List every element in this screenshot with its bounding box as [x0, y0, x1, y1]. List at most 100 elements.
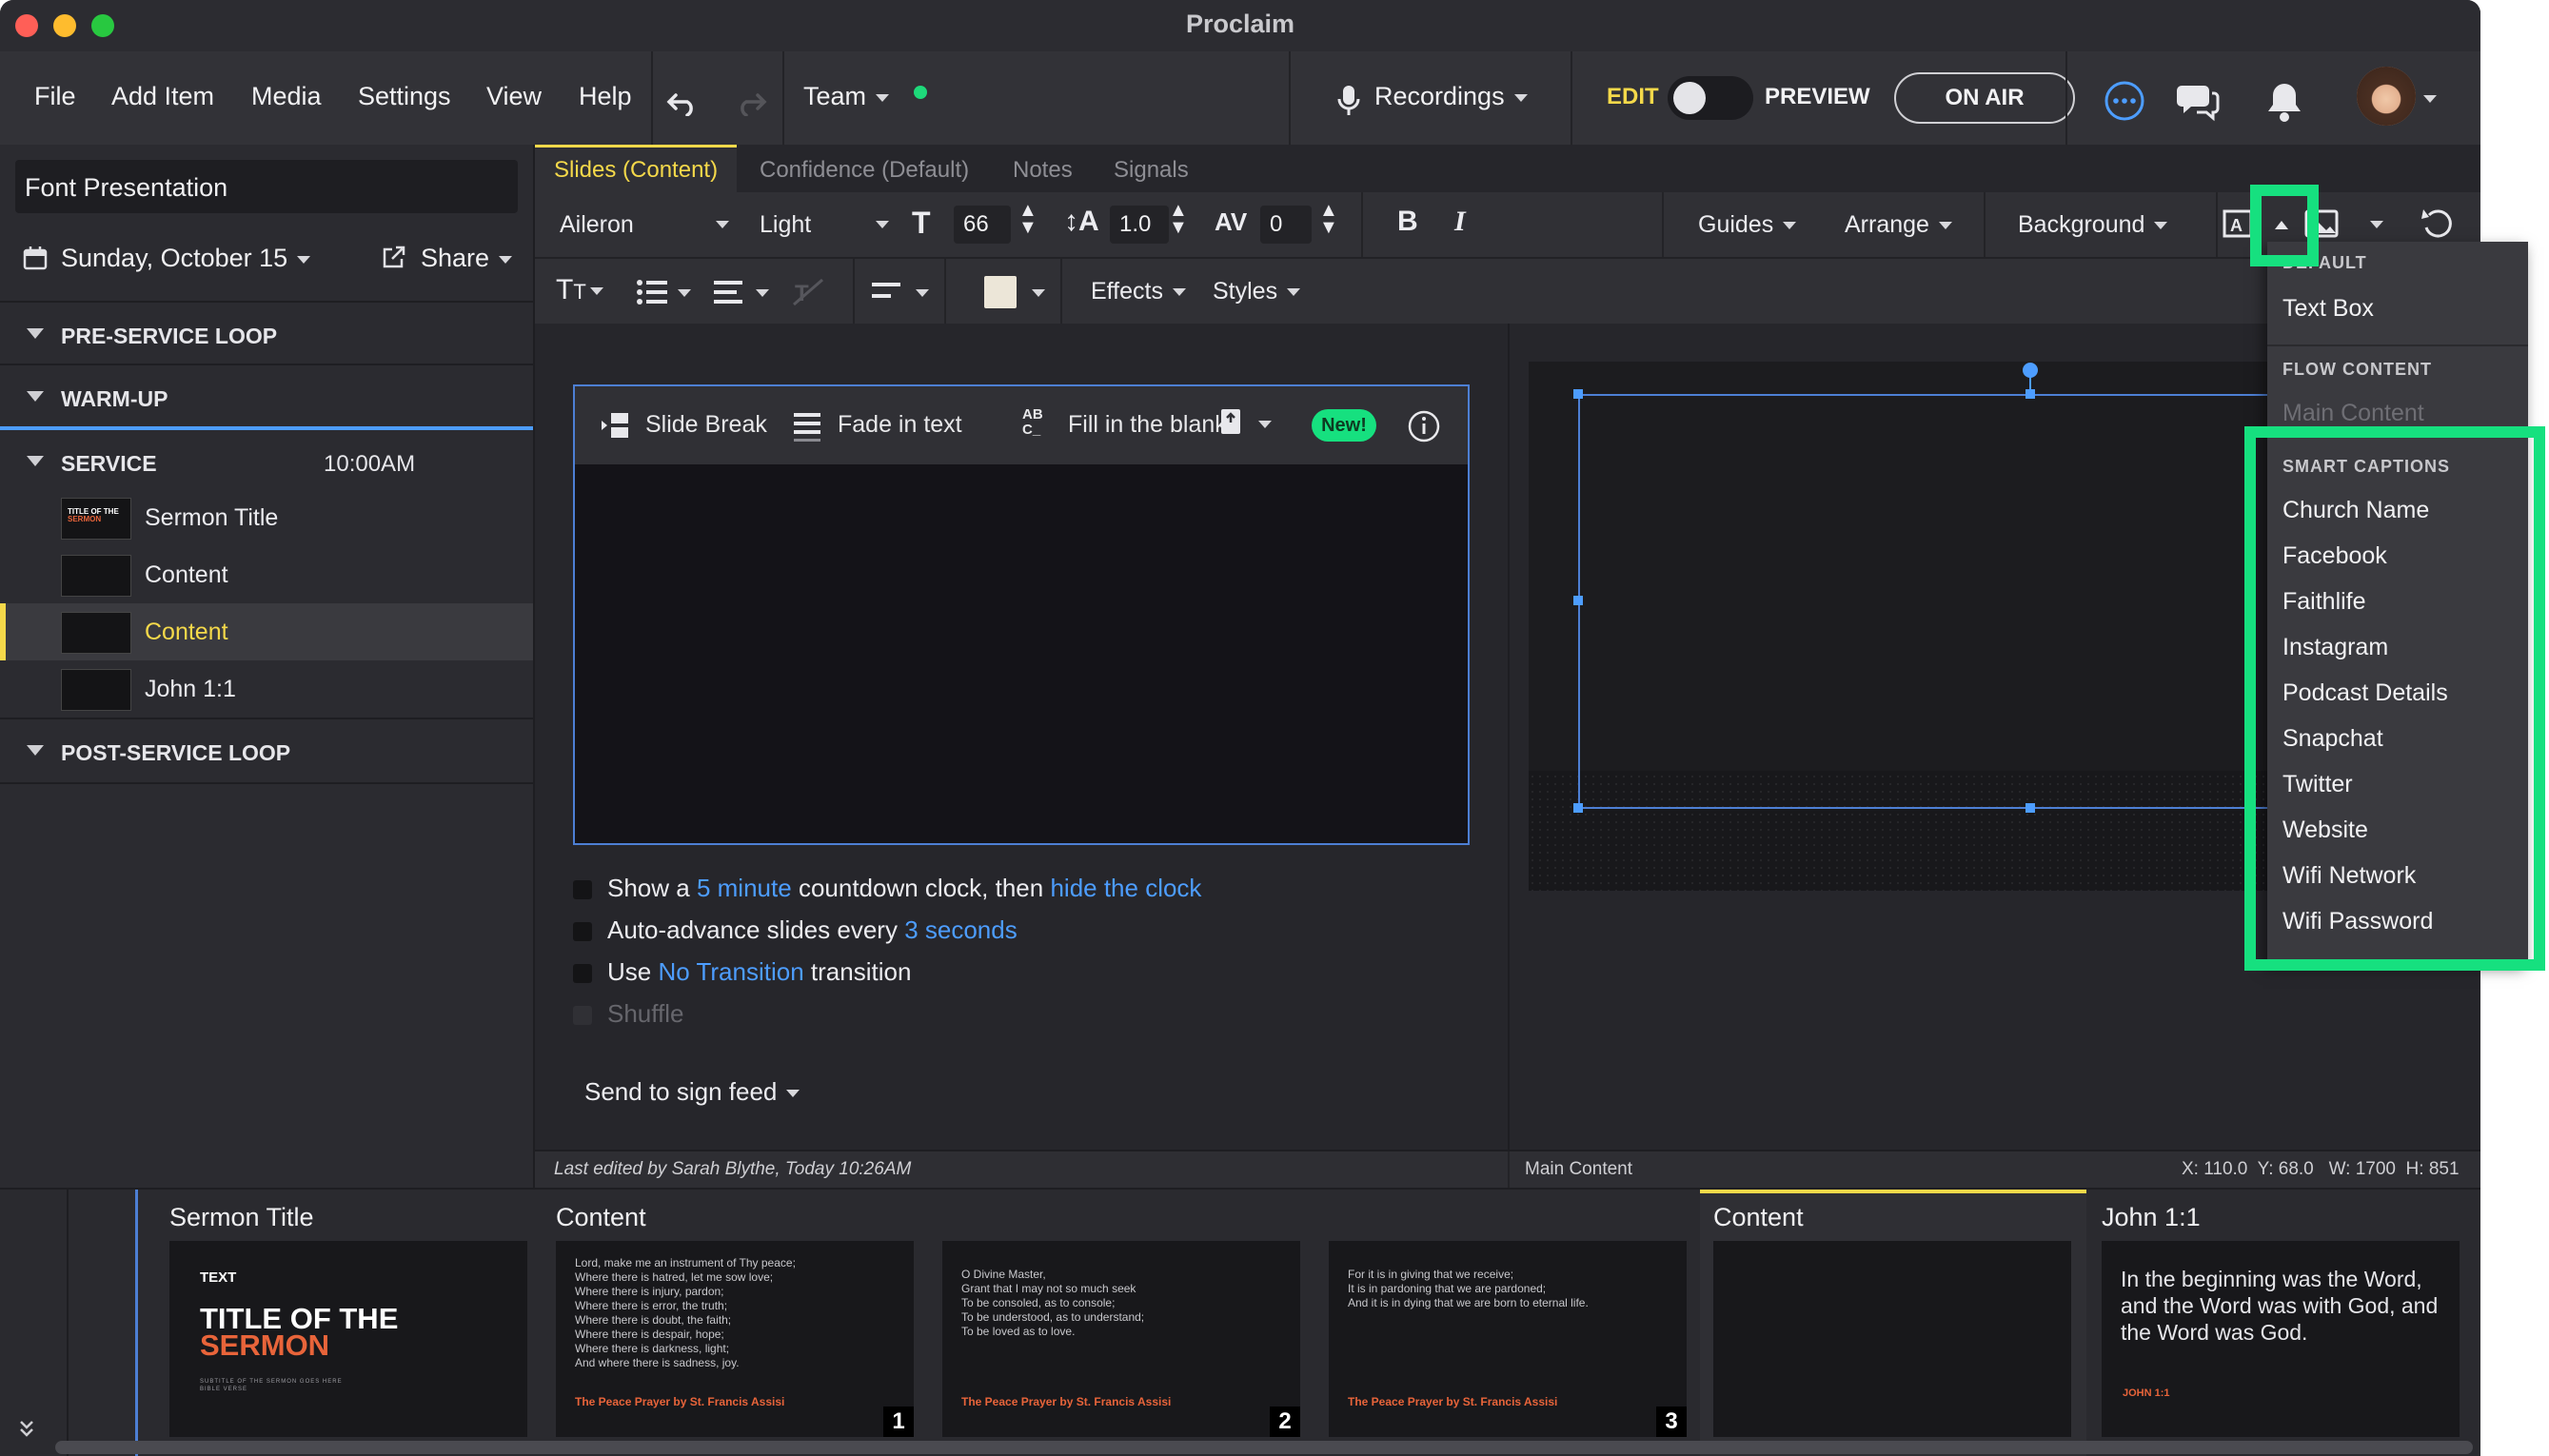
font-size-input[interactable]: 66 — [954, 206, 1011, 244]
italic-button[interactable]: I — [1454, 206, 1466, 238]
tab-notes[interactable]: Notes — [1013, 157, 1073, 184]
section-pre-service-loop[interactable]: PRE-SERVICE LOOP — [0, 301, 533, 365]
fill-in-blank-button[interactable]: Fill in the blank — [1068, 411, 1227, 439]
account-menu-caret-icon[interactable] — [2423, 95, 2437, 103]
option-transition[interactable]: Use No Transition transition — [573, 957, 911, 987]
menu-media[interactable]: Media — [251, 82, 322, 111]
slide-thumbnail[interactable]: In the beginning was the Word, and the W… — [2102, 1241, 2460, 1437]
auto-advance-checkbox[interactable] — [573, 922, 592, 942]
edit-preview-toggle[interactable] — [1668, 76, 1753, 120]
presentation-title-field[interactable]: Font Presentation — [15, 160, 518, 213]
bullet-list-caret-icon[interactable] — [678, 289, 691, 297]
menu-add-item[interactable]: Add Item — [111, 82, 214, 111]
slide-thumbnail[interactable]: Lord, make me an instrument of Thy peace… — [556, 1241, 914, 1437]
guides-dropdown[interactable]: Guides — [1698, 211, 1797, 239]
text-editor-box[interactable]: Slide Break Fade in text AB C_ Fill in th… — [573, 384, 1470, 845]
menu-item-text-box[interactable]: Text Box — [2282, 295, 2374, 323]
user-avatar[interactable] — [2357, 67, 2416, 126]
strip-card-content-2[interactable]: O Divine Master, Grant that I may not so… — [942, 1190, 1300, 1456]
dropdown-toggle-caret-up-icon[interactable] — [2275, 221, 2288, 229]
strip-card-content-1[interactable]: Content Lord, make me an instrument of T… — [556, 1190, 914, 1456]
align-left-icon[interactable] — [870, 280, 902, 303]
slide-thumbnail[interactable] — [1713, 1241, 2071, 1437]
share-icon — [383, 246, 405, 268]
auto-advance-interval-link[interactable]: 3 seconds — [904, 915, 1018, 944]
more-options-icon[interactable] — [2104, 80, 2145, 122]
resize-handle[interactable] — [1573, 389, 1583, 399]
font-weight-caret-icon — [876, 221, 889, 228]
slide-thumbnail[interactable]: For it is in giving that we receive; It … — [1329, 1241, 1687, 1437]
slide-break-button[interactable]: Slide Break — [645, 411, 767, 439]
tab-signals[interactable]: Signals — [1114, 157, 1189, 184]
indent-caret-icon[interactable] — [756, 289, 769, 297]
font-size-stepper[interactable]: ▲ ▼ — [1018, 201, 1037, 237]
tab-confidence[interactable]: Confidence (Default) — [760, 157, 969, 184]
strip-card-content-selected[interactable]: Content — [1700, 1190, 2086, 1456]
app-window: Proclaim File Add Item Media Settings Vi… — [0, 0, 2480, 1456]
strip-horizontal-scrollbar[interactable] — [55, 1441, 2473, 1454]
arrange-dropdown[interactable]: Arrange — [1845, 211, 1952, 239]
transition-type-link[interactable]: No Transition — [658, 957, 803, 986]
insert-signal-icon[interactable] — [1218, 407, 1243, 440]
transition-checkbox[interactable] — [573, 964, 592, 984]
effects-dropdown[interactable]: Effects — [1091, 278, 1186, 305]
countdown-checkbox[interactable] — [573, 880, 592, 900]
undo-icon[interactable] — [666, 88, 701, 116]
menu-file[interactable]: File — [34, 82, 76, 111]
section-warm-up[interactable]: WARM-UP — [0, 364, 533, 428]
menu-settings[interactable]: Settings — [358, 82, 451, 111]
rotate-handle[interactable] — [2023, 363, 2038, 378]
indent-icon[interactable] — [712, 278, 744, 306]
alignment-caret-icon[interactable] — [916, 289, 929, 297]
option-countdown-clock[interactable]: Show a 5 minute countdown clock, then hi… — [573, 874, 1201, 903]
service-date-picker[interactable]: Sunday, October 15 — [61, 244, 311, 273]
text-color-swatch[interactable] — [984, 276, 1017, 308]
bold-button[interactable]: B — [1397, 206, 1418, 238]
option-auto-advance[interactable]: Auto-advance slides every 3 seconds — [573, 915, 1018, 945]
background-dropdown[interactable]: Background — [2018, 211, 2168, 239]
resize-handle[interactable] — [1573, 803, 1583, 813]
slide-thumbnail[interactable]: O Divine Master, Grant that I may not so… — [942, 1241, 1300, 1437]
hide-clock-link[interactable]: hide the clock — [1050, 874, 1201, 902]
letter-spacing-input[interactable]: 0 — [1260, 206, 1312, 244]
text-case-dropdown[interactable]: TT — [556, 274, 603, 306]
menu-view[interactable]: View — [486, 82, 542, 111]
sidebar-item-sermon-title[interactable]: TITLE OF THE SERMON Sermon Title — [0, 489, 533, 546]
bullet-list-icon[interactable] — [636, 278, 668, 306]
team-dropdown[interactable]: Team — [803, 82, 890, 111]
countdown-duration-link[interactable]: 5 minute — [697, 874, 792, 902]
font-family-select[interactable]: Aileron — [560, 211, 634, 239]
send-to-sign-feed-dropdown[interactable]: Send to sign feed — [584, 1077, 800, 1107]
recordings-dropdown[interactable]: Recordings — [1374, 82, 1528, 111]
redo-icon[interactable] — [733, 88, 767, 116]
menu-help[interactable]: Help — [579, 82, 632, 111]
fade-in-text-button[interactable]: Fade in text — [838, 411, 962, 439]
strip-card-sermon-title[interactable]: Sermon Title TEXT TITLE OF THE SERMON SU… — [169, 1190, 527, 1456]
section-post-service-loop[interactable]: POST-SERVICE LOOP — [0, 718, 533, 784]
sidebar-item-content[interactable]: Content — [0, 546, 533, 603]
line-height-input[interactable]: 1.0 — [1110, 206, 1169, 244]
collapse-strip-icon[interactable] — [17, 1418, 36, 1441]
text-color-caret-icon[interactable] — [1032, 289, 1045, 297]
reset-icon[interactable] — [2420, 206, 2456, 242]
strip-card-content-3[interactable]: For it is in giving that we receive; It … — [1329, 1190, 1687, 1456]
font-weight-select[interactable]: Light — [760, 211, 811, 239]
slide-thumbnail[interactable]: TEXT TITLE OF THE SERMON SUBTITLE OF THE… — [169, 1241, 527, 1437]
share-dropdown[interactable]: Share — [421, 244, 513, 273]
styles-dropdown[interactable]: Styles — [1213, 278, 1301, 305]
letter-spacing-stepper[interactable]: ▲ ▼ — [1319, 201, 1338, 237]
section-service[interactable]: SERVICE 10:00AM — [0, 426, 533, 493]
notifications-bell-icon[interactable] — [2265, 80, 2303, 124]
resize-handle[interactable] — [1573, 596, 1583, 605]
line-height-stepper[interactable]: ▲ ▼ — [1169, 201, 1188, 237]
sidebar-item-john-1-1[interactable]: John 1:1 — [0, 660, 533, 718]
sidebar-item-content-selected[interactable]: Content — [0, 603, 533, 660]
add-image-caret-icon[interactable] — [2370, 221, 2383, 228]
resize-handle[interactable] — [2025, 803, 2035, 813]
strip-card-john-1-1[interactable]: John 1:1 In the beginning was the Word, … — [2102, 1190, 2460, 1456]
on-air-button[interactable]: ON AIR — [1894, 72, 2075, 124]
insert-signal-caret-icon[interactable] — [1258, 421, 1272, 428]
tab-slides-content[interactable]: Slides (Content) — [535, 145, 737, 192]
info-icon[interactable] — [1407, 409, 1441, 443]
chat-icon[interactable] — [2176, 80, 2220, 122]
